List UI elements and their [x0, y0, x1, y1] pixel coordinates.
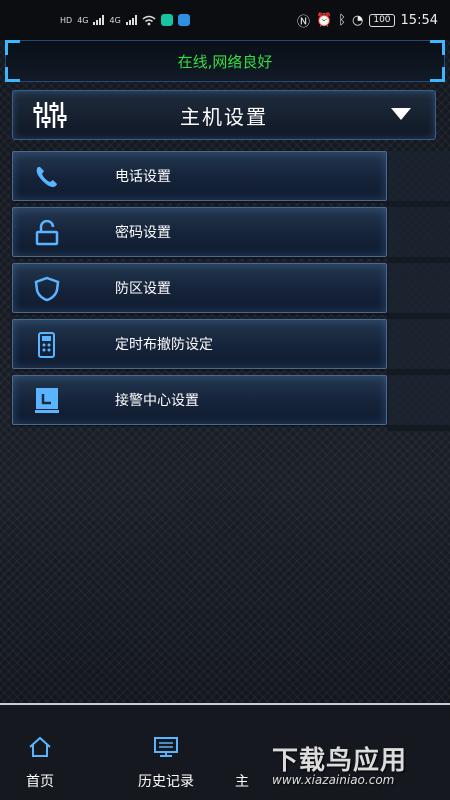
battery-icon: 100 — [369, 13, 395, 27]
banner-corner — [430, 40, 445, 55]
remote-control-icon — [38, 332, 55, 358]
nav-item-home[interactable]: 首页 — [0, 735, 80, 791]
monitor-icon — [35, 388, 59, 413]
banner-corner — [5, 40, 20, 55]
menu-background-stripe — [387, 151, 450, 431]
menu-item-password-settings[interactable]: 密码设置 — [12, 207, 387, 257]
watermark: 下载鸟应用 www.xiazainiao.com — [272, 740, 450, 800]
hd-label: HD — [60, 15, 73, 25]
speed-icon: ◔ — [352, 12, 364, 28]
menu-item-phone-settings[interactable]: 电话设置 — [12, 151, 387, 201]
nav-label: 首页 — [26, 774, 54, 790]
nav-label: 历史记录 — [138, 774, 194, 790]
network-4g-label-2: 4G — [109, 15, 121, 25]
connection-status-text: 在线,网络良好 — [177, 52, 273, 71]
lock-icon — [35, 220, 59, 246]
app-notification-icon — [160, 14, 173, 26]
menu-item-label: 接警中心设置 — [115, 393, 199, 409]
clock: 15:54 — [400, 12, 438, 28]
watermark-title: 下载鸟应用 — [272, 746, 408, 776]
menu-item-zone-settings[interactable]: 防区设置 — [12, 263, 387, 313]
nav-item-history[interactable]: 历史记录 — [126, 735, 206, 791]
connection-status-banner: 在线,网络良好 — [5, 40, 445, 82]
network-4g-label: 4G — [77, 15, 89, 25]
signal-icon — [93, 15, 105, 25]
nav-item-host[interactable]: 主 — [222, 735, 262, 791]
menu-item-alarm-center-settings[interactable]: 接警中心设置 — [12, 375, 387, 425]
status-bar-right: Ⓝ ⏰ ᛒ ◔ 100 15:54 — [297, 11, 438, 30]
shield-icon — [34, 276, 60, 302]
equalizer-icon — [33, 102, 67, 128]
menu-item-label: 防区设置 — [115, 281, 171, 297]
banner-corner — [5, 67, 20, 82]
host-icon — [229, 735, 255, 759]
status-bar: HD 4G 4G Ⓝ ⏰ ᛒ ◔ 100 15:54 — [0, 0, 450, 40]
home-icon — [29, 736, 51, 757]
menu-item-label: 密码设置 — [115, 225, 171, 241]
signal-icon-2 — [125, 15, 137, 25]
menu-item-label: 电话设置 — [115, 169, 171, 185]
settings-menu: 电话设置 密码设置 防区设置 定时布撤防设定 接警中心设置 — [12, 151, 387, 431]
alarm-icon: ⏰ — [316, 12, 333, 28]
phone-icon — [36, 167, 57, 187]
history-icon — [154, 737, 178, 757]
wifi-icon — [142, 15, 156, 25]
banner-corner — [430, 67, 445, 82]
dropdown-triangle-icon[interactable] — [391, 108, 411, 120]
bluetooth-icon: ᛒ — [338, 12, 346, 28]
nav-label: 主 — [235, 774, 249, 790]
status-bar-left: HD 4G 4G — [60, 14, 190, 26]
host-settings-dropdown[interactable]: 主机设置 — [12, 90, 436, 140]
host-settings-title: 主机设置 — [180, 104, 268, 129]
menu-item-schedule-arm-settings[interactable]: 定时布撤防设定 — [12, 319, 387, 369]
menu-item-label: 定时布撤防设定 — [115, 337, 213, 353]
nfc-icon: Ⓝ — [296, 14, 310, 30]
watermark-url: www.xiazainiao.com — [272, 773, 395, 787]
mail-notification-icon — [177, 14, 190, 26]
